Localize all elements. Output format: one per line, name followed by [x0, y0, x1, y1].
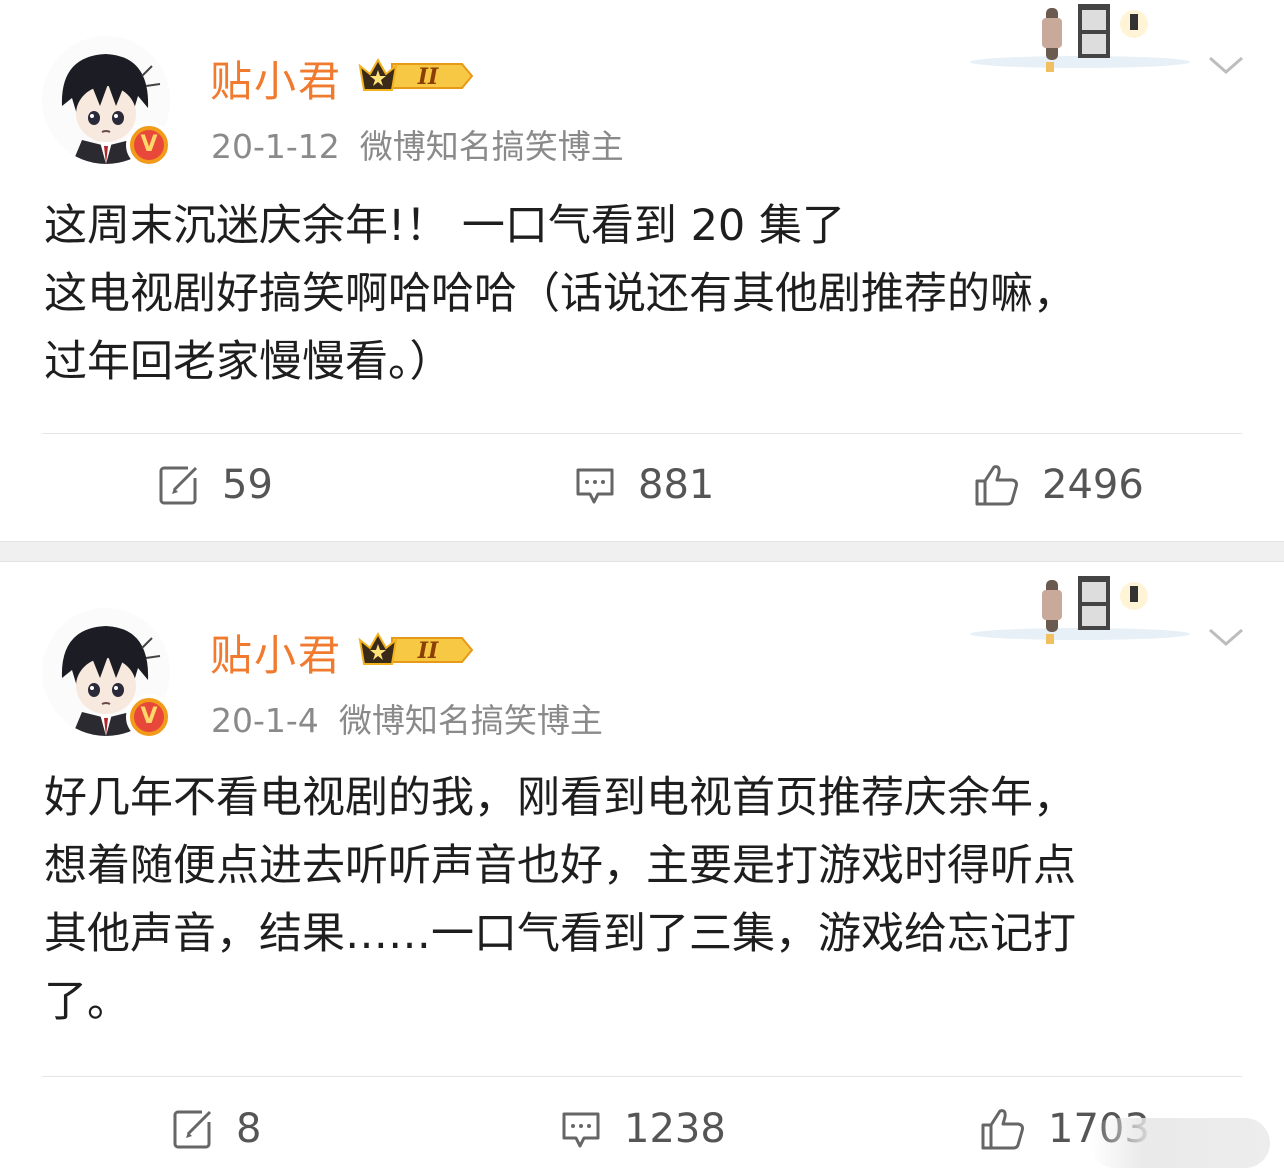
comment-count: 1238: [624, 1106, 726, 1152]
post-separator: [0, 541, 1284, 562]
decoration-sticker: [960, 572, 1200, 652]
verified-v-icon: V: [126, 694, 172, 740]
divider: [42, 1076, 1242, 1077]
watermark-overlay: [1090, 1118, 1270, 1168]
verified-title: 微博知名搞笑博主: [338, 701, 603, 740]
content-line: 了。: [44, 977, 130, 1027]
weibo-post-2: V 贴小君 II 20-1-4 微博知名搞笑博主 好几年不看电视剧的我，刚看到电视…: [0, 562, 1284, 1173]
chevron-down-icon[interactable]: [1206, 624, 1246, 650]
post-date[interactable]: 20-1-12: [211, 127, 340, 166]
verified-title: 微博知名搞笑博主: [359, 127, 624, 166]
weibo-post-1: V 贴小君 II 20-1-12 微博知名搞笑博主 这周末沉迷庆余年!！ 一口气看…: [0, 0, 1284, 541]
comment-button[interactable]: 881: [574, 462, 714, 508]
divider: [42, 433, 1242, 434]
content-line: 这电视剧好搞笑啊哈哈哈（话说还有其他剧推荐的嘛，: [44, 269, 1076, 319]
comment-icon: [562, 1112, 600, 1148]
comment-icon: [576, 468, 614, 504]
comment-button[interactable]: 1238: [560, 1106, 726, 1152]
comment-count: 881: [638, 462, 715, 508]
content-line: 这周末沉迷庆余年!！ 一口气看到 20 集了: [44, 201, 845, 251]
repost-button[interactable]: 59: [158, 462, 273, 508]
post-content: 这周末沉迷庆余年!！ 一口气看到 20 集了 这电视剧好搞笑啊哈哈哈（话说还有其…: [44, 192, 1244, 396]
repost-button[interactable]: 8: [172, 1106, 261, 1152]
repost-icon: [173, 1110, 212, 1149]
crown-rank-badge-icon[interactable]: II: [358, 56, 474, 96]
username[interactable]: 贴小君: [210, 622, 342, 683]
repost-count: 59: [222, 462, 273, 508]
rank-label: II: [417, 638, 439, 664]
post-date[interactable]: 20-1-4: [211, 701, 319, 740]
content-line: 想着随便点进去听听声音也好，主要是打游戏时得听点: [44, 841, 1076, 891]
like-count: 2496: [1042, 462, 1144, 508]
repost-count: 8: [236, 1106, 262, 1152]
like-button[interactable]: 2496: [974, 462, 1144, 508]
content-line: 过年回老家慢慢看。）: [44, 337, 453, 387]
content-line: 好几年不看电视剧的我，刚看到电视首页推荐庆余年，: [44, 773, 1076, 823]
rank-label: II: [417, 64, 439, 90]
like-icon: [981, 1109, 1024, 1150]
username[interactable]: 贴小君: [210, 48, 342, 109]
like-icon: [975, 465, 1018, 506]
verified-v-icon: V: [126, 122, 172, 168]
decoration-sticker: [960, 0, 1200, 80]
repost-icon: [159, 466, 198, 505]
post-meta: 20-1-4 微博知名搞笑博主: [211, 694, 603, 742]
crown-rank-badge-icon[interactable]: II: [358, 630, 474, 670]
post-meta: 20-1-12 微博知名搞笑博主: [211, 120, 624, 168]
content-line: 其他声音，结果……一口气看到了三集，游戏给忘记打: [44, 909, 1076, 959]
chevron-down-icon[interactable]: [1206, 52, 1246, 78]
post-content: 好几年不看电视剧的我，刚看到电视首页推荐庆余年， 想着随便点进去听听声音也好，主…: [44, 764, 1244, 1036]
